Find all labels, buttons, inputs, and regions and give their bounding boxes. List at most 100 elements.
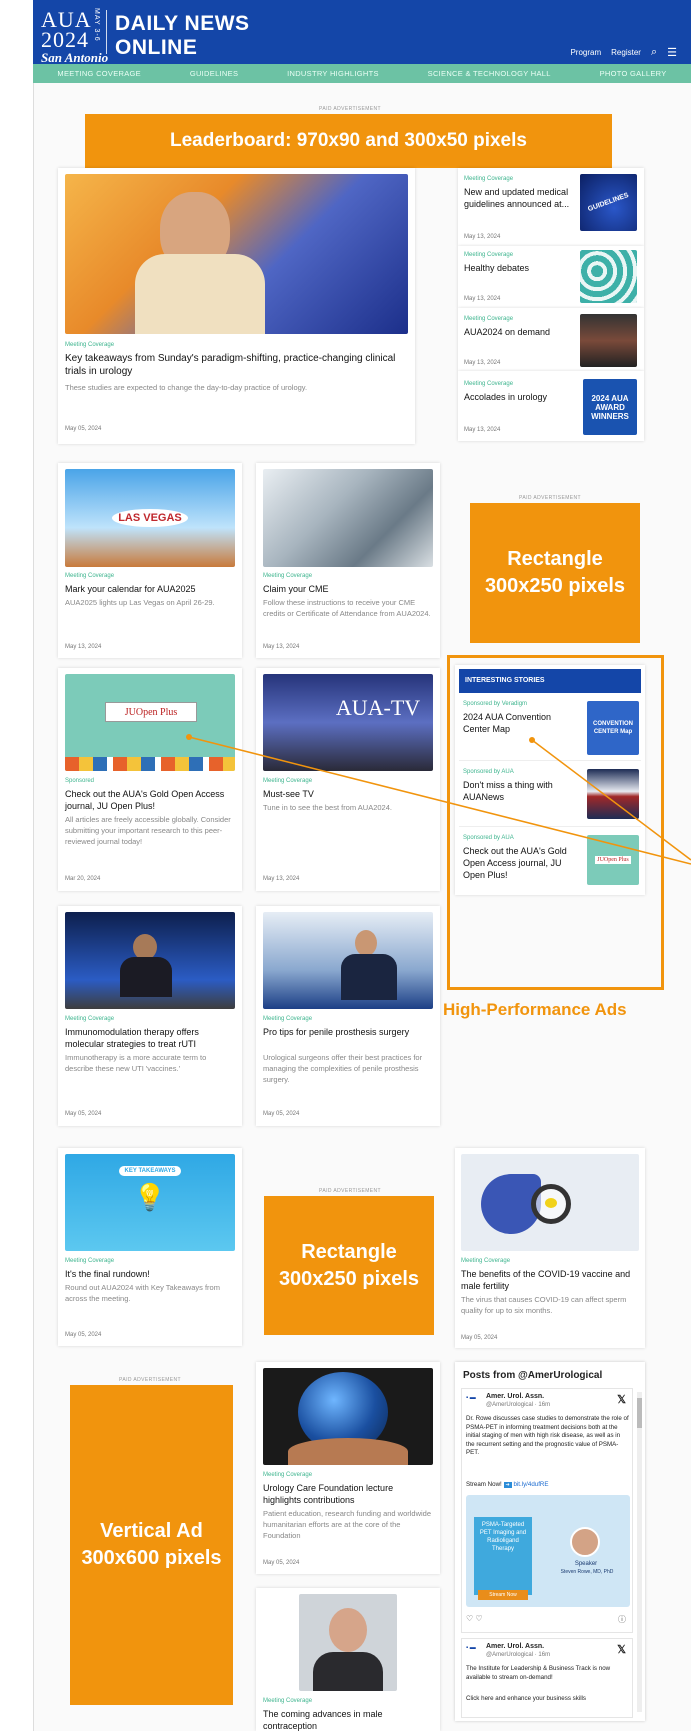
article-card[interactable]: Meeting Coverage Urology Care Foundation… <box>256 1362 440 1574</box>
hero-card[interactable]: Meeting Coverage Key takeaways from Sund… <box>58 168 415 444</box>
tweet-author[interactable]: Amer. Urol. Assn. <box>486 1393 544 1400</box>
tweet-stream-line: Stream Now! ➜ bit.ly/4dufRE <box>466 1481 549 1488</box>
card-title[interactable]: Claim your CME <box>263 583 433 595</box>
side-item-title[interactable]: Accolades in urology <box>464 391 574 403</box>
article-card[interactable]: Meeting Coverage The coming advances in … <box>256 1588 440 1731</box>
menu-icon[interactable]: ☰ <box>667 46 677 59</box>
tweet-media[interactable]: PSMA-Targeted PET Imaging and Radioligan… <box>466 1495 630 1607</box>
rectangle-ad-line1: Rectangle <box>301 1240 397 1263</box>
tweet-text: The Institute for Leadership & Business … <box>466 1665 611 1681</box>
card-image <box>263 912 433 1009</box>
card-image: LAS VEGAS <box>65 469 235 567</box>
article-card[interactable]: Meeting Coverage The benefits of the COV… <box>455 1148 645 1348</box>
card-desc: Patient education, research funding and … <box>263 1509 432 1540</box>
card-title[interactable]: Check out the AUA's Gold Open Access jou… <box>65 788 235 812</box>
hero-title[interactable]: Key takeaways from Sunday's paradigm-shi… <box>65 352 408 378</box>
interesting-item[interactable]: Sponsored by Veradigm 2024 AUA Conventio… <box>459 697 641 761</box>
card-date: May 05, 2024 <box>65 1332 102 1338</box>
x-logo-icon[interactable]: 𝕏 <box>617 1643 626 1656</box>
interesting-item[interactable]: Sponsored by AUA Check out the AUA's Gol… <box>459 831 641 893</box>
scrollbar[interactable] <box>637 1392 642 1712</box>
card-title[interactable]: The benefits of the COVID-19 vaccine and… <box>461 1268 639 1292</box>
rectangle-ad-line1: Rectangle <box>507 548 603 570</box>
side-item-title[interactable]: New and updated medical guidelines annou… <box>464 186 574 210</box>
link-arrow-icon: ➜ <box>503 1482 512 1488</box>
tweet-cta[interactable]: Click here and enhance your business ski… <box>466 1695 630 1704</box>
side-item-date: May 13, 2024 <box>464 427 501 433</box>
site-brand[interactable]: DAILY NEWS ONLINE <box>115 12 250 60</box>
card-title[interactable]: Immunomodulation therapy offers molecula… <box>65 1026 235 1050</box>
person-jacket <box>313 1652 383 1691</box>
interesting-item[interactable]: Sponsored by AUA Don't miss a thing with… <box>459 765 641 827</box>
interesting-title[interactable]: 2024 AUA Convention Center Map <box>463 711 578 735</box>
card-image <box>461 1154 639 1251</box>
stream-now-button[interactable]: Stream Now <box>478 1590 528 1600</box>
article-card[interactable]: Meeting Coverage Pro tips for penile pro… <box>256 906 440 1126</box>
card-title[interactable]: Mark your calendar for AUA2025 <box>65 583 235 595</box>
rectangle-ad[interactable]: Rectangle 300x250 pixels <box>264 1196 434 1335</box>
sperm-cell <box>545 1198 557 1208</box>
side-list-item[interactable]: Meeting Coverage Accolades in urology Ma… <box>458 371 644 441</box>
side-item-date: May 13, 2024 <box>464 234 501 240</box>
vertical-ad[interactable]: Vertical Ad 300x600 pixels <box>70 1385 233 1705</box>
card-title[interactable]: Urology Care Foundation lecture highligh… <box>263 1482 433 1506</box>
article-card[interactable]: KEY TAKEAWAYS 💡 Meeting Coverage It's th… <box>58 1148 242 1346</box>
card-date: May 05, 2024 <box>263 1560 300 1566</box>
article-card[interactable]: LAS VEGAS Meeting Coverage Mark your cal… <box>58 463 242 658</box>
thumb-text: LAS VEGAS <box>112 509 188 527</box>
tweet-link[interactable]: bit.ly/4dufRE <box>513 1481 548 1488</box>
card-title[interactable]: It's the final rundown! <box>65 1268 235 1280</box>
article-card[interactable]: Meeting Coverage Immunomodulation therap… <box>58 906 242 1126</box>
thumb-text: GUIDELINES <box>587 191 630 214</box>
side-list-item[interactable]: Meeting Coverage AUA2024 on demand May 1… <box>458 308 644 371</box>
card-image: AUA-TV <box>263 674 433 771</box>
nav-meeting-coverage[interactable]: MEETING COVERAGE <box>57 69 141 78</box>
side-list-item[interactable]: Meeting Coverage New and updated medical… <box>458 168 644 246</box>
tweet[interactable]: ▪ ▬ Amer. Urol. Assn. @AmerUrological · … <box>461 1638 633 1718</box>
card-title[interactable]: Must-see TV <box>263 788 433 800</box>
twitter-feed[interactable]: Posts from @AmerUrological ▪ ▬ Amer. Uro… <box>455 1362 645 1721</box>
article-card[interactable]: AUA-TV Meeting Coverage Must-see TV Tune… <box>256 668 440 891</box>
card-date: May 05, 2024 <box>65 1111 102 1117</box>
program-link[interactable]: Program <box>570 48 601 57</box>
interesting-title[interactable]: Don't miss a thing with AUANews <box>463 779 588 803</box>
tweet-author[interactable]: Amer. Urol. Assn. <box>486 1643 544 1650</box>
speaker-suit <box>341 954 397 1000</box>
card-desc: Follow these instructions to receive you… <box>263 598 431 618</box>
card-image <box>65 912 235 1009</box>
article-card[interactable]: JUOpen Plus Sponsored Check out the AUA'… <box>58 668 242 891</box>
article-card[interactable]: Meeting Coverage Claim your CME Follow t… <box>256 463 440 658</box>
nav-guidelines[interactable]: GUIDELINES <box>190 69 238 78</box>
speaker-figure <box>355 930 377 956</box>
card-desc: AUA2025 lights up Las Vegas on April 26-… <box>65 598 215 607</box>
interesting-title[interactable]: Check out the AUA's Gold Open Access jou… <box>463 845 583 881</box>
scrollbar-thumb[interactable] <box>637 1398 642 1428</box>
thumb-text: 2024 AUA AWARD WINNERS <box>591 393 629 421</box>
register-link[interactable]: Register <box>611 48 641 57</box>
leaderboard-ad[interactable]: Leaderboard: 970x90 and 300x50 pixels <box>85 114 612 168</box>
nav-science-technology-hall[interactable]: SCIENCE & TECHNOLOGY HALL <box>428 69 551 78</box>
card-desc: Immunotherapy is a more accurate term to… <box>65 1053 207 1073</box>
main-nav: MEETING COVERAGE GUIDELINES INDUSTRY HIG… <box>33 64 691 83</box>
speaker-avatar <box>570 1527 600 1557</box>
side-item-title[interactable]: AUA2024 on demand <box>464 326 574 338</box>
card-category: Meeting Coverage <box>263 1472 313 1478</box>
side-list-item[interactable]: Meeting Coverage Healthy debates May 13,… <box>458 246 644 308</box>
interesting-thumb <box>587 769 639 819</box>
card-image <box>263 469 433 567</box>
tweet-handle: @AmerUrological · 16m <box>486 1402 551 1408</box>
nav-industry-highlights[interactable]: INDUSTRY HIGHLIGHTS <box>287 69 379 78</box>
side-item-title[interactable]: Healthy debates <box>464 262 574 274</box>
nav-photo-gallery[interactable]: PHOTO GALLERY <box>600 69 667 78</box>
tweet[interactable]: ▪ ▬ Amer. Urol. Assn. @AmerUrological · … <box>461 1388 633 1633</box>
top-links: Program Register ⌕ ☰ <box>570 46 677 59</box>
search-icon[interactable]: ⌕ <box>651 46 657 59</box>
logo-divider <box>106 10 107 54</box>
x-logo-icon[interactable]: 𝕏 <box>617 1393 626 1406</box>
heart-icon[interactable]: ♡ ♡ <box>466 1614 483 1623</box>
card-title[interactable]: The coming advances in male contraceptio… <box>263 1708 433 1731</box>
rectangle-ad[interactable]: Rectangle 300x250 pixels <box>470 503 640 643</box>
card-title[interactable]: Pro tips for penile prosthesis surgery <box>263 1026 433 1038</box>
interesting-sponsor: Sponsored by Veradigm <box>463 701 528 707</box>
info-icon[interactable]: ⓘ <box>618 1614 626 1625</box>
